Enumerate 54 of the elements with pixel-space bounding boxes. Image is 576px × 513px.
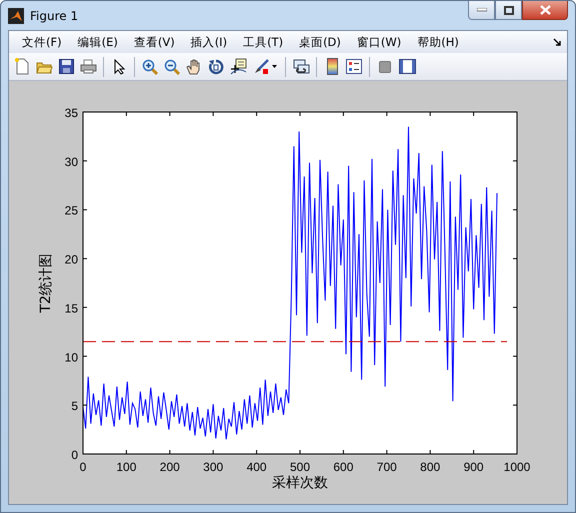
zoom-out-icon (164, 58, 180, 74)
zoom-in-icon (142, 58, 158, 74)
maximize-button[interactable] (495, 1, 522, 20)
menu-item[interactable]: 文件(F) (14, 34, 70, 50)
y-tick-label: 20 (64, 252, 78, 267)
menu-item[interactable]: 桌面(D) (291, 34, 349, 50)
close-button[interactable] (522, 1, 568, 20)
caret-icon (272, 65, 277, 68)
data-cursor-icon (230, 58, 246, 75)
square-icon (379, 60, 391, 72)
brush-icon (253, 58, 270, 74)
y-tick-label: 15 (64, 301, 78, 316)
y-tick-label: 35 (64, 106, 78, 120)
x-axis-label: 采样次数 (272, 475, 328, 491)
x-tick-label: 200 (160, 460, 180, 474)
rotate-icon (208, 58, 224, 74)
x-tick-label: 100 (116, 460, 136, 474)
menu-item[interactable]: 窗口(W) (348, 34, 410, 50)
window-panes-icon (398, 59, 416, 74)
document-icon (14, 58, 30, 75)
maximize-icon (504, 6, 514, 14)
linked-windows-icon (292, 58, 310, 74)
x-tick-label: 400 (246, 460, 267, 474)
x-tick-label: 300 (203, 460, 224, 474)
y-axis-label: T2统计图 (38, 253, 54, 313)
minimize-button[interactable] (468, 1, 495, 20)
menu-item[interactable]: 查看(V) (126, 34, 183, 50)
x-tick-label: 900 (464, 460, 484, 474)
x-tick-label: 800 (420, 460, 440, 474)
x-tick-label: 600 (333, 460, 354, 474)
menu-item[interactable]: 帮助(H) (409, 34, 467, 50)
y-tick-label: 5 (71, 399, 78, 414)
app-logo-icon (8, 8, 24, 24)
minimize-icon (476, 8, 486, 12)
x-tick-label: 500 (290, 460, 310, 474)
menu-item[interactable]: 编辑(E) (70, 34, 126, 50)
close-icon (540, 5, 550, 15)
y-tick-label: 10 (64, 350, 78, 364)
folder-icon (36, 60, 52, 74)
x-tick-label: 700 (376, 460, 397, 474)
y-tick-label: 0 (71, 448, 78, 462)
y-tick-label: 30 (64, 154, 78, 169)
legend-icon (346, 59, 362, 74)
x-tick-label: 0 (80, 460, 86, 474)
dock-arrow-icon (553, 38, 561, 46)
menu-item[interactable]: 插入(I) (182, 34, 236, 50)
y-tick-label: 25 (64, 204, 78, 218)
window-title: Figure 1 (30, 8, 80, 22)
colorbar-icon (326, 58, 338, 75)
printer-icon (80, 59, 96, 74)
pointer-icon (114, 58, 124, 74)
menu-item[interactable]: 工具(T) (235, 34, 292, 50)
x-tick-label: 1000 (504, 460, 530, 474)
hand-icon (186, 58, 202, 75)
